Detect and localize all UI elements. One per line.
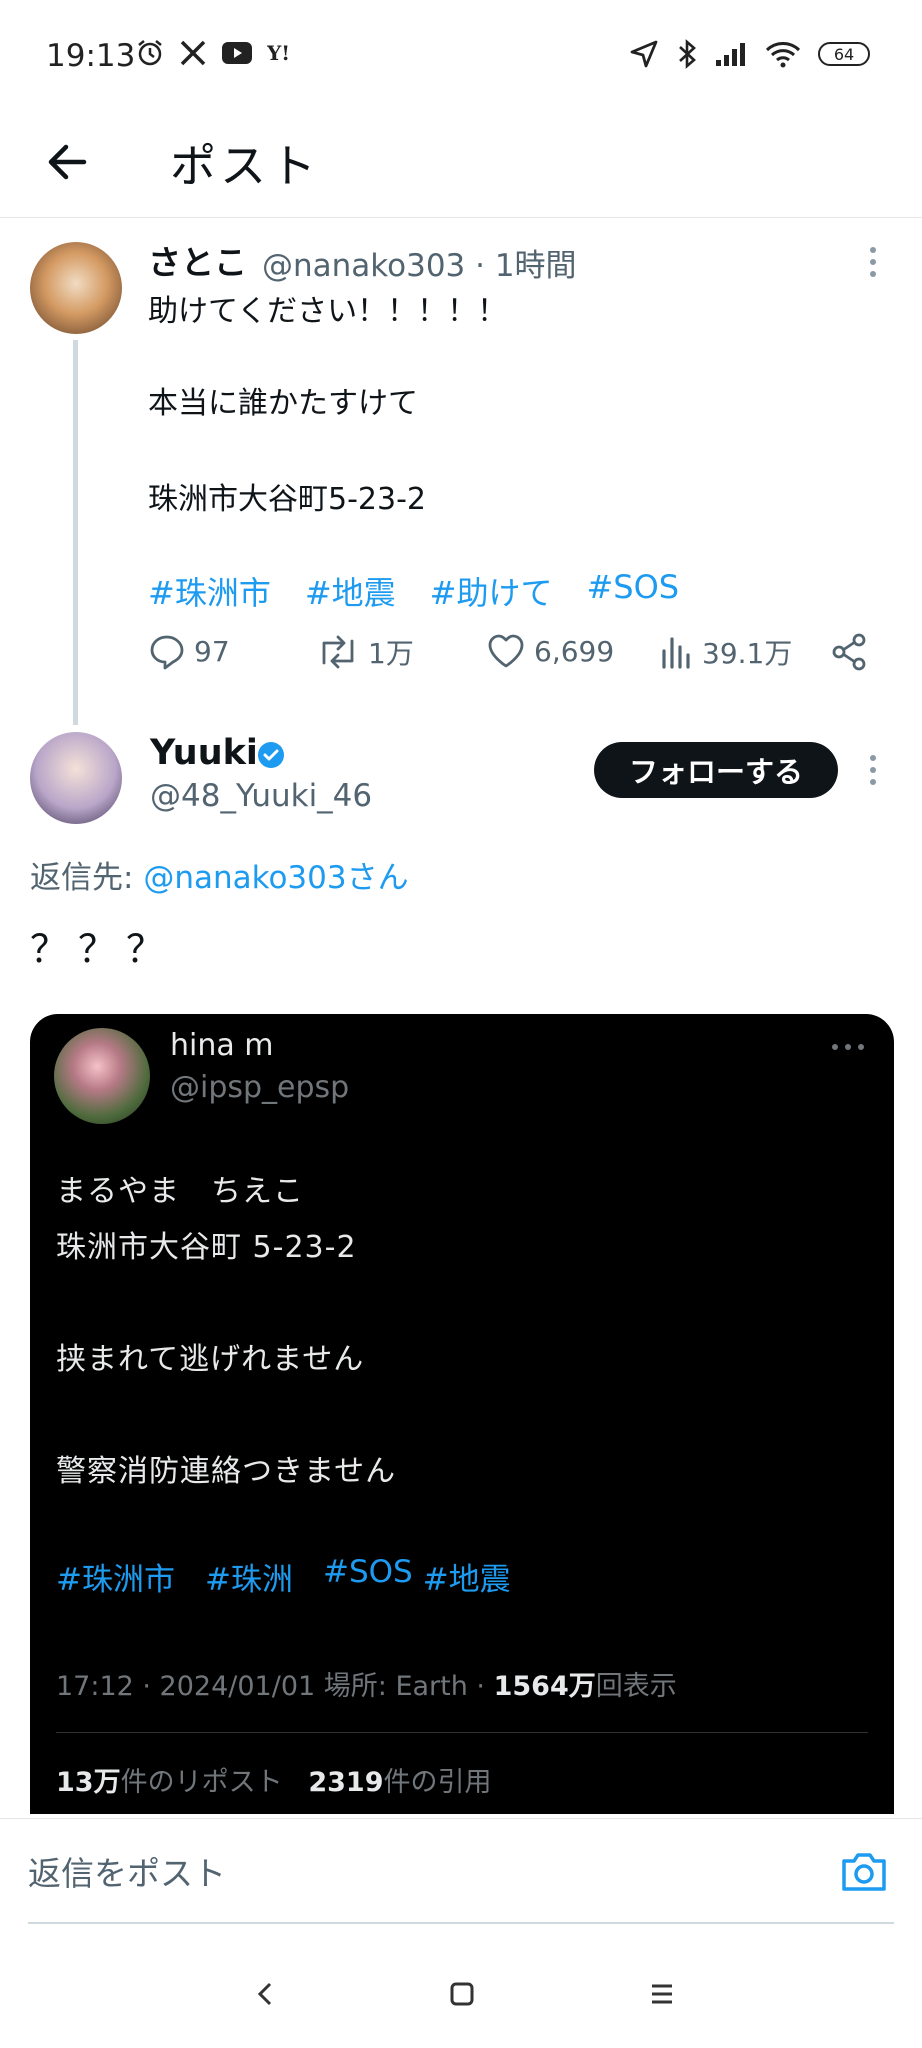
location-icon [630,40,658,68]
embedded-text-line: まるやま ちえこ [56,1174,304,1209]
x-logo-icon [180,40,206,66]
meta-view-count: 1564万 [493,1671,596,1702]
share-icon [832,633,866,671]
top-bar: ポスト [0,110,922,218]
like-count: 6,699 [534,634,615,668]
hashtag-link[interactable]: #地震 [305,568,396,614]
status-left-icons: Y! [135,38,301,68]
hashtag-link[interactable]: #助けて [430,568,553,614]
yahoo-icon: Y! [267,41,290,65]
avatar[interactable] [30,732,122,824]
status-time: 19:13 [46,38,136,74]
verified-badge-icon [258,742,284,768]
page-title: ポスト [170,139,320,193]
reply-input[interactable]: 返信をポスト [28,1847,226,1895]
signal-icon [716,43,745,66]
reply-mention-link[interactable]: @nanako303さん [143,860,408,896]
status-right-icons: 64 [628,38,870,70]
reply-to-prefix: 返信先: [30,860,144,896]
svg-text:Y!: Y! [267,41,290,65]
back-button[interactable] [40,134,96,190]
embedded-meta: 17:12 · 2024/01/01 場所: Earth · 1564万回表示 [56,1664,677,1703]
heart-icon [488,634,524,668]
reply-button[interactable]: 97 [148,632,230,670]
camera-icon[interactable] [838,1847,890,1895]
alarm-icon [138,40,162,66]
reply-composer: 返信をポスト [0,1818,922,1928]
embedded-hashtag-list: #珠洲市 #珠洲 #SOS #地震 [56,1554,511,1599]
embedded-author-name: hina m [170,1028,274,1063]
meta-view-label: 回表示 [595,1671,677,1702]
reply-icon [150,635,184,670]
hashtag-text: #珠洲市 [56,1562,175,1598]
author-handle[interactable]: @48_Yuuki_46 [150,778,372,814]
more-options-icon [832,1044,864,1050]
post-actions: 97 1万 6,699 39.1万 [148,632,868,682]
views-icon [662,637,690,669]
repost-count: 13万 [56,1767,121,1798]
bluetooth-icon [679,39,696,69]
follow-button[interactable]: フォローする [594,742,838,798]
youtube-icon [222,42,252,64]
avatar[interactable] [30,242,122,334]
embedded-text-line: 挟まれて逃げれません [56,1342,365,1377]
quote-count: 2319 [308,1767,384,1798]
nav-menu-icon[interactable] [642,1974,682,2014]
battery-level: 64 [833,44,855,64]
wifi-icon [765,42,801,68]
hashtag-link[interactable]: #SOS [586,568,679,614]
views-count: 39.1万 [702,637,793,670]
share-button[interactable] [830,632,868,672]
author-handle[interactable]: @nanako303 · 1時間 [262,240,577,285]
nav-back-icon[interactable] [246,1974,286,2014]
hashtag-text: #珠洲 [204,1562,293,1598]
post-text-line: 珠洲市大谷町5-23-2 [148,482,426,517]
thread-line [73,340,78,725]
attached-image[interactable]: hina m @ipsp_epsp まるやま ちえこ 珠洲市大谷町 5-23-2… [30,1014,894,1814]
reply-underline [28,1922,894,1924]
reply-count: 97 [194,634,230,668]
post-body: ？？？ [30,927,175,971]
arrow-left-icon [48,144,87,180]
repost-count: 1万 [368,637,414,670]
system-nav-bar [0,1940,922,2048]
hashtag-list: #珠洲市 #地震 #助けて #SOS [148,568,679,614]
author-name[interactable]: さとこ [148,236,247,284]
divider [56,1732,868,1733]
embedded-text-line: 珠洲市大谷町 5-23-2 [56,1230,357,1265]
meta-time-place: 17:12 · 2024/01/01 場所: Earth · [56,1671,494,1702]
embedded-author-handle: @ipsp_epsp [170,1070,350,1105]
embedded-avatar [54,1028,150,1124]
repost-button[interactable]: 1万 [316,632,414,672]
post-text-line: 本当に誰かたすけて [148,386,418,421]
nav-home-icon[interactable] [442,1974,482,2014]
repost-label: 件のリポスト [120,1767,283,1798]
more-options-icon[interactable] [868,752,878,792]
battery-icon: 64 [818,42,870,66]
status-bar: 19:13 Y! 64 [0,0,922,110]
views-button[interactable]: 39.1万 [658,632,792,672]
reply-to-line: 返信先: @nanako303さん [30,852,409,897]
quote-label: 件の引用 [383,1767,492,1798]
hashtag-link[interactable]: #珠洲市 [148,568,271,614]
repost-icon [322,635,354,669]
embedded-stats: 13万件のリポスト 2319件の引用 [56,1760,491,1799]
author-name[interactable]: Yuuki [150,733,258,773]
embedded-text-line: 警察消防連絡つきません [56,1454,397,1489]
like-button[interactable]: 6,699 [486,632,614,670]
more-options-icon[interactable] [868,244,878,284]
hashtag-text: #地震 [422,1562,511,1598]
post-text-line: 助けてください！！！！！ [148,294,508,329]
hashtag-text: #SOS [322,1554,413,1590]
